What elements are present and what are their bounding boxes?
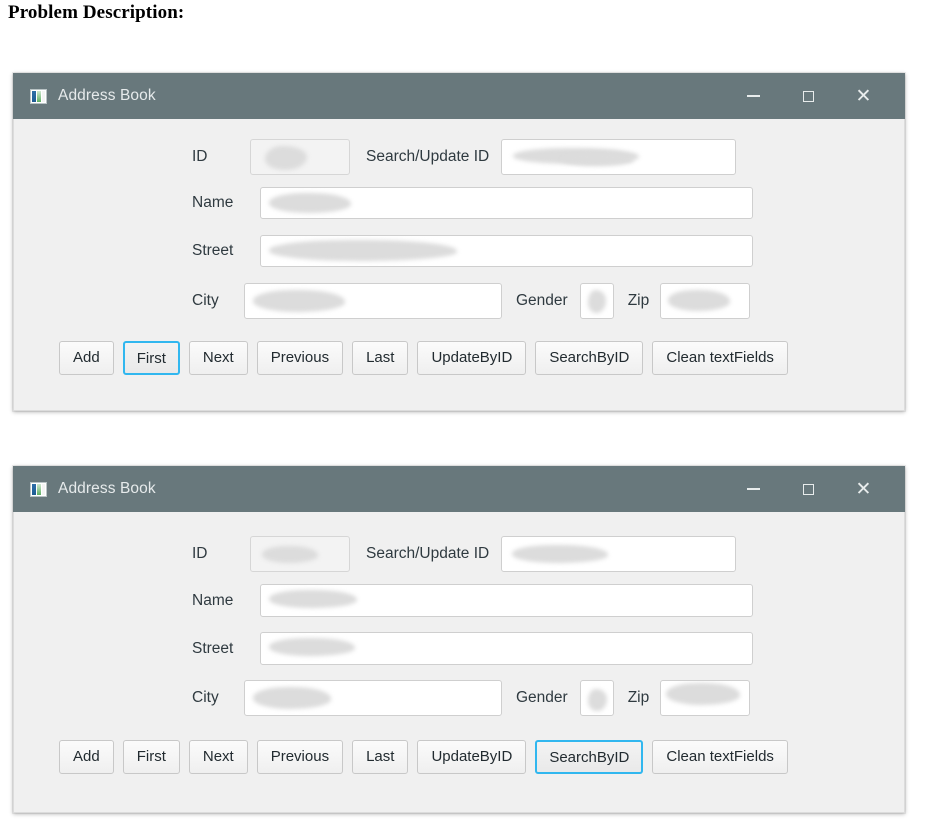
redaction-blob <box>588 689 607 711</box>
redaction-blob <box>562 153 634 166</box>
first-button[interactable]: First <box>123 341 180 375</box>
input-street[interactable] <box>260 632 753 665</box>
input-search-update-id[interactable] <box>501 139 736 175</box>
window-client-area-1: ID Search/Update ID Name Street <box>13 119 905 411</box>
label-city: City <box>192 292 244 310</box>
redaction-blob <box>253 687 331 709</box>
redaction-blob <box>668 290 730 311</box>
label-id: ID <box>192 148 250 166</box>
update-by-id-button[interactable]: UpdateByID <box>417 740 526 774</box>
redaction-blob <box>269 193 351 213</box>
maximize-button[interactable] <box>785 466 832 512</box>
row-id: ID Search/Update ID <box>192 536 736 572</box>
last-button[interactable]: Last <box>352 341 408 375</box>
update-by-id-button[interactable]: UpdateByID <box>417 341 526 375</box>
address-book-icon <box>30 482 47 497</box>
window-title: Address Book <box>58 480 156 498</box>
input-gender[interactable] <box>580 283 614 319</box>
button-bar-2: Add First Next Previous Last UpdateByID … <box>14 740 904 774</box>
close-button[interactable]: ✕ <box>840 73 887 119</box>
input-name[interactable] <box>260 187 753 219</box>
redaction-blob <box>588 290 606 313</box>
address-book-icon <box>30 89 47 104</box>
close-icon: ✕ <box>856 480 872 499</box>
minimize-button[interactable] <box>730 466 777 512</box>
search-by-id-button[interactable]: SearchByID <box>535 740 643 774</box>
row-street: Street <box>192 235 753 267</box>
input-street[interactable] <box>260 235 753 267</box>
label-street: Street <box>192 242 260 260</box>
label-name: Name <box>192 194 260 212</box>
input-zip[interactable] <box>660 283 750 319</box>
clean-textfields-button[interactable]: Clean textFields <box>652 740 788 774</box>
redaction-blob <box>512 545 608 563</box>
add-button[interactable]: Add <box>59 341 114 375</box>
minimize-icon <box>747 488 760 490</box>
row-city: City Gender Zip <box>192 680 750 716</box>
window-controls: ✕ <box>730 466 905 512</box>
row-city: City Gender Zip <box>192 283 750 319</box>
next-button[interactable]: Next <box>189 341 248 375</box>
label-id: ID <box>192 545 250 563</box>
label-city: City <box>192 689 244 707</box>
next-button[interactable]: Next <box>189 740 248 774</box>
input-id[interactable] <box>250 536 350 572</box>
maximize-button[interactable] <box>785 73 832 119</box>
close-icon: ✕ <box>856 87 872 106</box>
address-book-window-2: Address Book ✕ ID Search/Update ID <box>13 466 905 813</box>
input-city[interactable] <box>244 680 502 716</box>
label-zip: Zip <box>628 689 650 707</box>
label-gender: Gender <box>516 292 568 310</box>
row-id: ID Search/Update ID <box>192 139 736 175</box>
row-name: Name <box>192 584 753 617</box>
address-book-window-1: Address Book ✕ ID Search/Update ID <box>13 73 905 411</box>
row-street: Street <box>192 632 753 665</box>
button-bar-1: Add First Next Previous Last UpdateByID … <box>14 341 904 375</box>
input-id[interactable] <box>250 139 350 175</box>
redaction-blob <box>666 683 740 705</box>
minimize-icon <box>747 95 760 97</box>
close-button[interactable]: ✕ <box>840 466 887 512</box>
page-title: Problem Description: <box>8 2 184 24</box>
input-city[interactable] <box>244 283 502 319</box>
first-button[interactable]: First <box>123 740 180 774</box>
input-gender[interactable] <box>580 680 614 716</box>
add-button[interactable]: Add <box>59 740 114 774</box>
redaction-blob <box>262 546 318 563</box>
label-search-update-id: Search/Update ID <box>366 545 489 563</box>
window-client-area-2: ID Search/Update ID Name Street City <box>13 512 905 813</box>
title-bar[interactable]: Address Book ✕ <box>13 466 905 512</box>
redaction-blob <box>269 240 457 261</box>
input-search-update-id[interactable] <box>501 536 736 572</box>
maximize-icon <box>803 91 814 102</box>
label-search-update-id: Search/Update ID <box>366 148 489 166</box>
title-bar[interactable]: Address Book ✕ <box>13 73 905 119</box>
redaction-blob <box>253 290 345 312</box>
previous-button[interactable]: Previous <box>257 341 343 375</box>
clean-textfields-button[interactable]: Clean textFields <box>652 341 788 375</box>
input-name[interactable] <box>260 584 753 617</box>
redaction-blob <box>269 590 357 608</box>
previous-button[interactable]: Previous <box>257 740 343 774</box>
input-zip[interactable] <box>660 680 750 716</box>
redaction-blob <box>269 638 355 656</box>
label-zip: Zip <box>628 292 650 310</box>
last-button[interactable]: Last <box>352 740 408 774</box>
window-title: Address Book <box>58 87 156 105</box>
search-by-id-button[interactable]: SearchByID <box>535 341 643 375</box>
label-street: Street <box>192 640 260 658</box>
label-name: Name <box>192 592 260 610</box>
redaction-blob <box>265 146 307 170</box>
window-controls: ✕ <box>730 73 905 119</box>
label-gender: Gender <box>516 689 568 707</box>
maximize-icon <box>803 484 814 495</box>
minimize-button[interactable] <box>730 73 777 119</box>
row-name: Name <box>192 187 753 219</box>
